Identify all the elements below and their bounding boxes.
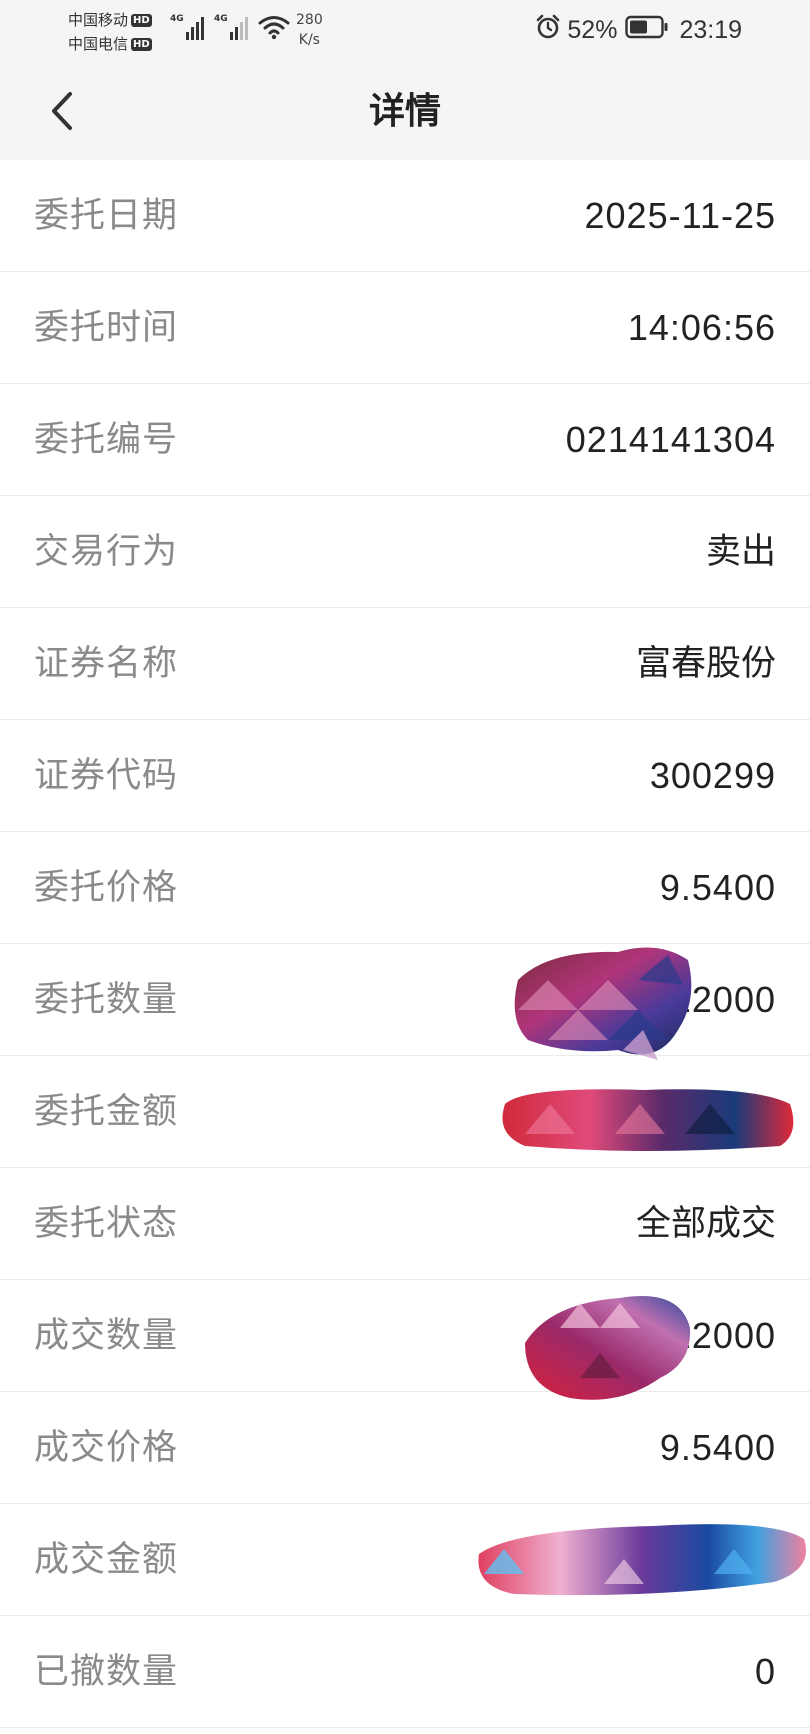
row-value: 0214141304 <box>565 419 776 460</box>
redaction-mosaic <box>520 1288 695 1408</box>
row-label: 成交数量 <box>34 1316 179 1356</box>
signal-bars-icon: 4G <box>214 14 250 40</box>
net-speed-unit: K/s <box>298 32 320 48</box>
hd-badge: HD <box>131 37 152 51</box>
signal-bars-icon: 4G <box>170 14 206 40</box>
detail-row-trade-action: 交易行为 卖出 <box>0 496 810 608</box>
row-label: 委托数量 <box>34 980 179 1020</box>
row-label: 委托金额 <box>34 1092 179 1132</box>
row-value: 300299 <box>649 755 776 796</box>
row-label: 委托编号 <box>34 420 179 460</box>
network-type-label: 4G <box>170 14 184 24</box>
row-label: 成交金额 <box>34 1540 179 1580</box>
redaction-mosaic <box>508 940 693 1070</box>
row-value: 富春股份 <box>635 644 776 684</box>
detail-row-order-amount: 委托金额 <box>0 1056 810 1168</box>
detail-row-order-quantity: 委托数量 22000 <box>0 944 810 1060</box>
redaction-mosaic <box>474 1514 810 1604</box>
detail-row-order-status: 委托状态 全部成交 <box>0 1168 810 1280</box>
network-speed: 280 K/s <box>296 10 323 50</box>
detail-row-order-number: 委托编号 0214141304 <box>0 384 810 496</box>
wifi-icon <box>258 14 290 44</box>
hd-badge: HD <box>131 13 152 27</box>
carrier-1-label: 中国移动 <box>68 11 129 29</box>
row-label: 委托价格 <box>34 868 179 908</box>
detail-row-order-time: 委托时间 14:06:56 <box>0 272 810 384</box>
detail-row-order-date: 委托日期 2025-11-25 <box>0 160 810 272</box>
redaction-mosaic <box>495 1084 800 1156</box>
clock: 23:19 <box>679 16 742 44</box>
page-header: 详情 <box>0 62 810 160</box>
detail-row-security-name: 证券名称 富春股份 <box>0 608 810 720</box>
row-label: 交易行为 <box>34 532 179 572</box>
row-value: 卖出 <box>705 532 776 572</box>
net-speed-value: 280 <box>296 12 323 28</box>
row-value: 9.5400 <box>659 867 776 908</box>
carrier-info: 中国移动 HD 中国电信 HD <box>68 8 152 56</box>
battery-icon <box>625 15 669 46</box>
detail-row-security-code: 证券代码 300299 <box>0 720 810 832</box>
alarm-clock-icon <box>535 14 561 47</box>
detail-row-filled-amount: 成交金额 <box>0 1504 810 1616</box>
row-value: 2025-11-25 <box>584 195 776 236</box>
detail-row-filled-quantity: 成交数量 22000 <box>0 1280 810 1400</box>
status-bar: 中国移动 HD 中国电信 HD 4G 4G 280 K/s 52% 23:19 <box>0 0 810 62</box>
detail-row-order-price: 委托价格 9.5400 <box>0 832 810 944</box>
row-label: 已撤数量 <box>34 1652 179 1692</box>
row-label: 委托日期 <box>34 196 179 236</box>
row-label: 委托状态 <box>34 1204 179 1244</box>
row-value: 9.5400 <box>659 1427 776 1468</box>
carrier-2-label: 中国电信 <box>68 35 129 53</box>
row-value: 14:06:56 <box>627 307 776 348</box>
row-label: 成交价格 <box>34 1428 179 1468</box>
detail-row-cancelled-quantity: 已撤数量 0 <box>0 1616 810 1728</box>
row-value: 全部成交 <box>635 1204 776 1244</box>
row-label: 委托时间 <box>34 308 179 348</box>
page-title: 详情 <box>368 91 441 132</box>
right-status-group: 52% 23:19 <box>535 14 742 47</box>
detail-row-filled-price: 成交价格 9.5400 <box>0 1392 810 1504</box>
row-value: 0 <box>754 1651 776 1692</box>
row-label: 证券名称 <box>34 644 179 684</box>
order-detail-list: 委托日期 2025-11-25 委托时间 14:06:56 委托编号 02141… <box>0 160 810 1728</box>
battery-percent: 52% <box>567 16 618 44</box>
row-label: 证券代码 <box>34 756 179 796</box>
network-type-label: 4G <box>214 14 228 24</box>
